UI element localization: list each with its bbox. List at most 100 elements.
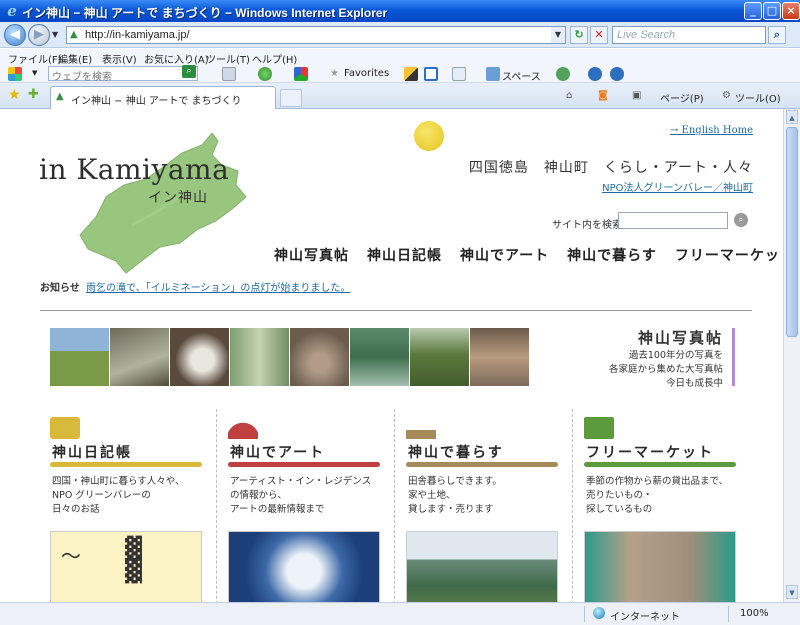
column-desc: 四国・神山町に暮らす人々や、 NPO グリーンバレーの 日々のお話 xyxy=(52,476,185,515)
photo-thumb[interactable] xyxy=(110,328,169,386)
photo-thumb[interactable] xyxy=(230,328,289,386)
column-title[interactable]: 神山でアート xyxy=(230,442,325,462)
photo-panel-desc-line: 過去100年分の写真を xyxy=(628,350,723,361)
pencil-icon[interactable] xyxy=(404,67,418,81)
column-desc: 田舎暮らしできます。 家や土地、 貸します・売ります xyxy=(408,476,502,515)
scroll-thumb[interactable] xyxy=(786,127,798,337)
column-art: 神山でアート アーティスト・イン・レジデンス の情報から、 アートの最新情報まで xyxy=(228,409,388,602)
help-icon[interactable] xyxy=(610,67,624,81)
feeds-icon[interactable]: ◙ xyxy=(598,90,608,101)
messenger-icon[interactable] xyxy=(556,67,570,81)
live-search-input[interactable]: Live Search xyxy=(612,26,766,44)
close-button[interactable]: × xyxy=(782,2,800,20)
menu-help[interactable]: ヘルプ(H) xyxy=(252,51,297,66)
zoom-level[interactable]: 100% xyxy=(740,608,769,619)
nav-art[interactable]: 神山でアート xyxy=(460,245,549,265)
column-title[interactable]: 神山で暮らす xyxy=(408,442,504,462)
windows-icon[interactable] xyxy=(8,67,22,81)
photo-thumb[interactable] xyxy=(410,328,469,386)
photo-thumb[interactable] xyxy=(50,328,109,386)
toolbar-tool-icon[interactable] xyxy=(222,67,236,81)
info-icon[interactable] xyxy=(588,67,602,81)
page-menu-button[interactable]: ページ(P) xyxy=(660,90,704,105)
column-thumbnail[interactable] xyxy=(228,531,380,602)
status-separator xyxy=(728,606,729,622)
tab-active[interactable]: ▲ イン神山 − 神山 アートで まちづくり xyxy=(50,86,276,109)
address-dropdown-icon[interactable]: ▼ xyxy=(551,27,565,43)
photo-thumb[interactable] xyxy=(470,328,529,386)
nav-flea-market[interactable]: フリーマーケット xyxy=(675,245,783,265)
security-zone[interactable]: インターネット xyxy=(610,608,680,623)
photo-thumb[interactable] xyxy=(170,328,229,386)
column-thumbnail[interactable] xyxy=(406,531,558,602)
web-search-input[interactable]: ウェブを検索 xyxy=(48,66,198,83)
history-dropdown-icon[interactable]: ▼ xyxy=(52,30,58,39)
tools-menu-button[interactable]: ツール(O) xyxy=(735,90,781,105)
tab-bar: ★ ✚ ▲ イン神山 − 神山 アートで まちづくり ⌂ ◙ ▣ ページ(P) … xyxy=(0,83,800,109)
column-desc: アーティスト・イン・レジデンス の情報から、 アートの最新情報まで xyxy=(230,476,372,515)
tab-label: イン神山 − 神山 アートで まちづくり xyxy=(71,96,242,107)
photo-panel-desc-line: 各家庭から集めた大写真帖 xyxy=(608,364,723,375)
msn-icon[interactable] xyxy=(294,67,308,81)
address-toolbar: ◀ ▶ ▼ ▲ http://in-kamiyama.jp/ ▼ ↻ ✕ Liv… xyxy=(0,22,800,48)
column-thumbnail[interactable] xyxy=(584,531,736,602)
add-icon[interactable] xyxy=(258,67,272,81)
nav-photo-album[interactable]: 神山写真帖 xyxy=(274,245,349,265)
new-tab-button[interactable] xyxy=(280,89,302,107)
status-separator xyxy=(584,606,585,622)
diary-book-icon xyxy=(50,417,80,439)
stop-button[interactable]: ✕ xyxy=(590,26,608,44)
column-title[interactable]: フリーマーケット xyxy=(586,442,714,462)
photo-thumb[interactable] xyxy=(290,328,349,386)
maximize-button[interactable]: □ xyxy=(763,2,781,20)
site-search-button[interactable]: ⌕ xyxy=(734,213,748,227)
favorites-link[interactable]: Favorites xyxy=(344,68,389,79)
add-favorite-icon[interactable]: ✚ xyxy=(28,88,39,102)
menu-bar: ファイル(F) 編集(E) 表示(V) お気に入り(A) ツール(T) ヘルプ(… xyxy=(0,49,800,66)
scroll-up-icon[interactable]: ▲ xyxy=(786,110,798,124)
npo-link[interactable]: NPO法人グリーンバレー／神山町 xyxy=(602,179,753,194)
minimize-button[interactable]: _ xyxy=(744,2,762,20)
column-living: 神山で暮らす 田舎暮らしできます。 家や土地、 貸します・売ります xyxy=(406,409,566,602)
mail-icon[interactable] xyxy=(452,67,466,81)
blog-icon[interactable] xyxy=(424,67,438,81)
url-text: http://in-kamiyama.jp/ xyxy=(85,29,190,41)
globe-icon xyxy=(593,607,605,619)
english-home-link[interactable]: → English Home xyxy=(670,125,753,136)
photo-panel-desc-line: 今日も成長中 xyxy=(665,378,723,389)
nav-diary[interactable]: 神山日記帳 xyxy=(367,245,442,265)
photo-panel-title[interactable]: 神山写真帖 xyxy=(638,327,723,348)
print-icon[interactable]: ▣ xyxy=(632,90,641,101)
menu-file[interactable]: ファイル(F) xyxy=(8,51,62,66)
menu-tools[interactable]: ツール(T) xyxy=(206,51,250,66)
menu-favorites[interactable]: お気に入り(A) xyxy=(144,51,209,66)
ie-logo-icon: e xyxy=(7,2,17,20)
vertical-scrollbar[interactable]: ▲ ▼ xyxy=(783,109,800,602)
refresh-button[interactable]: ↻ xyxy=(570,26,588,44)
column-title[interactable]: 神山日記帳 xyxy=(52,442,132,462)
nav-living[interactable]: 神山で暮らす xyxy=(567,245,657,265)
photo-thumb[interactable] xyxy=(350,328,409,386)
notice-link[interactable]: 雨乞の滝で、「イルミネーション」の点灯が始まりました。 xyxy=(86,279,350,294)
web-search-placeholder: ウェブを検索 xyxy=(52,72,112,83)
column-divider xyxy=(572,409,573,602)
web-search-go-icon[interactable]: ⌕ xyxy=(182,65,196,78)
notice-label: お知らせ xyxy=(40,283,80,294)
menu-view[interactable]: 表示(V) xyxy=(102,51,137,66)
windows-dropdown-icon[interactable]: ▼ xyxy=(32,69,37,77)
spaces-link[interactable]: スペース xyxy=(502,68,541,83)
scroll-down-icon[interactable]: ▼ xyxy=(786,585,798,599)
search-icon[interactable]: ⌕ xyxy=(768,26,786,44)
site-logo-sub: イン神山 xyxy=(148,190,208,206)
column-thumbnail[interactable]: 〜 ▓ ▓ xyxy=(50,531,202,602)
menu-edit[interactable]: 編集(E) xyxy=(58,51,92,66)
address-field[interactable]: ▲ http://in-kamiyama.jp/ ▼ xyxy=(66,26,566,44)
site-logo[interactable]: in Kamiyama xyxy=(39,153,229,186)
back-button[interactable]: ◀ xyxy=(4,24,26,46)
site-search-input[interactable] xyxy=(618,212,728,229)
page-icon: ▲ xyxy=(70,29,78,40)
forward-button[interactable]: ▶ xyxy=(28,24,50,46)
favorites-center-icon[interactable]: ★ xyxy=(8,88,21,102)
column-market: フリーマーケット 季節の作物から薪の貸出品まで、 売りたいもの・ 探しているもの xyxy=(584,409,744,602)
home-icon[interactable]: ⌂ xyxy=(566,90,572,101)
